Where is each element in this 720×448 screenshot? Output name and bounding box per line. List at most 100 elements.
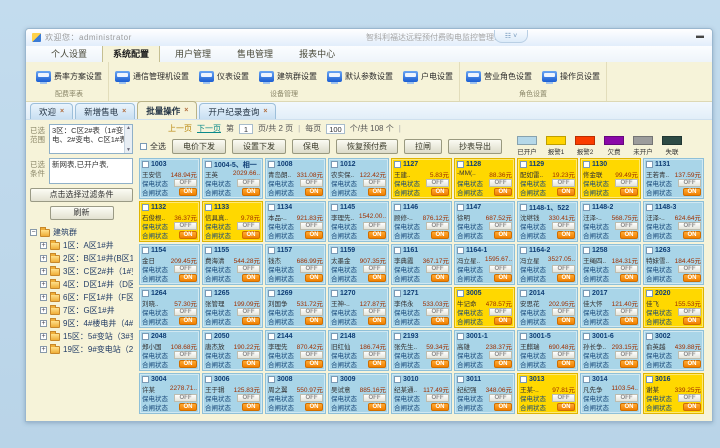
meter-card[interactable]: 1157钱杰686.99元保电状态OFF合闸状态ON bbox=[265, 244, 326, 285]
gate-status-value[interactable]: ON bbox=[305, 231, 323, 239]
gate-status-value[interactable]: ON bbox=[305, 274, 323, 282]
power-status-value[interactable]: OFF bbox=[174, 265, 197, 273]
card-checkbox[interactable] bbox=[520, 247, 527, 254]
collapse-icon[interactable]: − bbox=[30, 229, 37, 236]
gate-status-value[interactable]: ON bbox=[431, 317, 449, 325]
meter-card[interactable]: 1265张管理199.09元保电状态OFF合闸状态ON bbox=[202, 287, 263, 328]
gate-status-value[interactable]: ON bbox=[557, 188, 575, 196]
power-status-value[interactable]: OFF bbox=[300, 394, 323, 402]
gate-status-value[interactable]: ON bbox=[683, 360, 701, 368]
card-checkbox[interactable] bbox=[205, 204, 212, 211]
card-checkbox[interactable] bbox=[457, 333, 464, 340]
doc-tab-开户纪录查询[interactable]: 开户纪录查询× bbox=[199, 103, 276, 119]
menu-tab-系统配置[interactable]: 系统配置 bbox=[102, 44, 160, 62]
power-status-value[interactable]: OFF bbox=[174, 222, 197, 230]
meter-card[interactable]: 3002俞英越439.88元保电状态OFF合闸状态ON bbox=[643, 330, 704, 371]
gate-status-value[interactable]: ON bbox=[620, 403, 638, 411]
meter-card[interactable]: 1132石俊根..36.37元保电状态OFF合闸状态ON bbox=[139, 201, 200, 242]
power-status-value[interactable]: OFF bbox=[552, 308, 575, 316]
power-status-value[interactable]: OFF bbox=[678, 265, 701, 273]
tree-item[interactable]: +4区：D区1#井（D区1 bbox=[30, 278, 133, 291]
gate-status-value[interactable]: ON bbox=[683, 317, 701, 325]
minimize-icon[interactable]: ▬ bbox=[694, 33, 706, 41]
meter-card[interactable]: 1148-1、522沈继钱330.41元保电状态OFF合闸状态ON bbox=[517, 201, 578, 242]
tree-item[interactable]: +9区：4#楼电井（4#楼 bbox=[30, 317, 133, 330]
tree-item[interactable]: +2区：B区1#井(B区1# bbox=[30, 252, 133, 265]
power-status-value[interactable]: OFF bbox=[300, 179, 323, 187]
page-number-input[interactable]: 1 bbox=[239, 124, 253, 134]
meter-card[interactable]: 1148-2汪泽-..568.75元保电状态OFF合闸状态ON bbox=[580, 201, 641, 242]
power-status-value[interactable]: OFF bbox=[174, 394, 197, 402]
card-checkbox[interactable] bbox=[268, 204, 275, 211]
expand-icon[interactable]: + bbox=[40, 268, 47, 275]
gate-status-value[interactable]: ON bbox=[494, 231, 512, 239]
gate-status-value[interactable]: ON bbox=[368, 360, 386, 368]
scroll-up-icon[interactable]: ▲ bbox=[126, 125, 131, 131]
power-status-value[interactable]: OFF bbox=[615, 265, 638, 273]
meter-card[interactable]: 1003王安信148.94元保电状态OFF合闸状态ON bbox=[139, 158, 200, 199]
meter-card[interactable]: 3013王某-..97.81元保电状态OFF合闸状态ON bbox=[517, 373, 578, 414]
meter-card[interactable]: 1008青岛朗..331.08元保电状态OFF合闸状态ON bbox=[265, 158, 326, 199]
power-status-value[interactable]: OFF bbox=[363, 308, 386, 316]
meter-card[interactable]: 1131王若青..137.59元保电状态OFF合闸状态ON bbox=[643, 158, 704, 199]
card-checkbox[interactable] bbox=[142, 290, 149, 297]
meter-card[interactable]: 1164-1冯立星..1595.67..保电状态OFF合闸状态ON bbox=[454, 244, 515, 285]
gate-status-value[interactable]: ON bbox=[305, 403, 323, 411]
meter-card[interactable]: 1269刘国争531.72元保电状态OFF合闸状态ON bbox=[265, 287, 326, 328]
card-checkbox[interactable] bbox=[205, 290, 212, 297]
power-status-value[interactable]: OFF bbox=[489, 351, 512, 359]
meter-card[interactable]: 3001-1高雄238.37元保电状态OFF合闸状态ON bbox=[454, 330, 515, 371]
power-status-value[interactable]: OFF bbox=[237, 394, 260, 402]
gate-status-value[interactable]: ON bbox=[683, 231, 701, 239]
meter-card[interactable]: 3001-6孙长争..293.15元保电状态OFF合闸状态ON bbox=[580, 330, 641, 371]
tree-root[interactable]: −建筑群 bbox=[30, 226, 133, 239]
card-checkbox[interactable] bbox=[457, 204, 464, 211]
card-checkbox[interactable] bbox=[331, 376, 338, 383]
toolbar-button-电价下发[interactable]: 电价下发 bbox=[172, 139, 226, 154]
meter-card[interactable]: 3005牛记命478.57元保电状态OFF合闸状态ON bbox=[454, 287, 515, 328]
card-checkbox[interactable] bbox=[583, 376, 590, 383]
card-checkbox[interactable] bbox=[457, 161, 464, 168]
gate-status-value[interactable]: ON bbox=[242, 403, 260, 411]
card-checkbox[interactable] bbox=[583, 247, 590, 254]
selected-range-listbox[interactable]: 3区：C区2#表（1#变电、2#变电、C区1#表 ▲▼ bbox=[49, 124, 133, 154]
card-checkbox[interactable] bbox=[457, 290, 464, 297]
power-status-value[interactable]: OFF bbox=[678, 394, 701, 402]
meter-card[interactable]: 3011纪纪强348.06元保电状态OFF合闸状态ON bbox=[454, 373, 515, 414]
meter-card[interactable]: 1271李伟永533.03元保电状态OFF合闸状态ON bbox=[391, 287, 452, 328]
card-checkbox[interactable] bbox=[646, 204, 653, 211]
meter-card[interactable]: 1161李典霞367.17元保电状态OFF合闸状态ON bbox=[391, 244, 452, 285]
close-icon[interactable]: × bbox=[263, 108, 267, 115]
power-status-value[interactable]: OFF bbox=[174, 308, 197, 316]
toolbar-button-恢复预付费[interactable]: 恢复预付费 bbox=[336, 139, 398, 154]
card-checkbox[interactable] bbox=[268, 333, 275, 340]
power-status-value[interactable]: OFF bbox=[678, 351, 701, 359]
ribbon-item-仪表设置[interactable]: 仪表设置 bbox=[199, 71, 249, 82]
gate-status-value[interactable]: ON bbox=[431, 274, 449, 282]
toolbar-button-保电[interactable]: 保电 bbox=[292, 139, 330, 154]
close-icon[interactable]: × bbox=[60, 108, 64, 115]
gate-status-value[interactable]: ON bbox=[683, 274, 701, 282]
card-checkbox[interactable] bbox=[646, 247, 653, 254]
card-checkbox[interactable] bbox=[142, 161, 149, 168]
meter-card[interactable]: 3008周之翼550.97元保电状态OFF合闸状态ON bbox=[265, 373, 326, 414]
card-checkbox[interactable] bbox=[583, 161, 590, 168]
power-status-value[interactable]: OFF bbox=[363, 265, 386, 273]
power-status-value[interactable]: OFF bbox=[615, 308, 638, 316]
gate-status-value[interactable]: ON bbox=[620, 188, 638, 196]
doc-tab-批量操作[interactable]: 批量操作× bbox=[137, 101, 197, 119]
card-checkbox[interactable] bbox=[394, 161, 401, 168]
gate-status-value[interactable]: ON bbox=[242, 360, 260, 368]
meter-card[interactable]: 3010纪某通..117.49元保电状态OFF合闸状态ON bbox=[391, 373, 452, 414]
card-checkbox[interactable] bbox=[205, 161, 212, 168]
power-status-value[interactable]: OFF bbox=[678, 308, 701, 316]
card-checkbox[interactable] bbox=[520, 333, 527, 340]
next-page-link[interactable]: 下一页 bbox=[197, 123, 221, 134]
power-status-value[interactable]: OFF bbox=[237, 179, 260, 187]
tree-item[interactable]: +15区：5#变站（3#变 bbox=[30, 330, 133, 343]
meter-card[interactable]: 1004-5、相一王英2029.66..保电状态OFF合闸状态ON bbox=[202, 158, 263, 199]
gate-status-value[interactable]: ON bbox=[431, 231, 449, 239]
meter-card[interactable]: 2148旧红仙186.74元保电状态OFF合闸状态ON bbox=[328, 330, 389, 371]
expand-icon[interactable]: + bbox=[40, 281, 47, 288]
card-checkbox[interactable] bbox=[394, 376, 401, 383]
